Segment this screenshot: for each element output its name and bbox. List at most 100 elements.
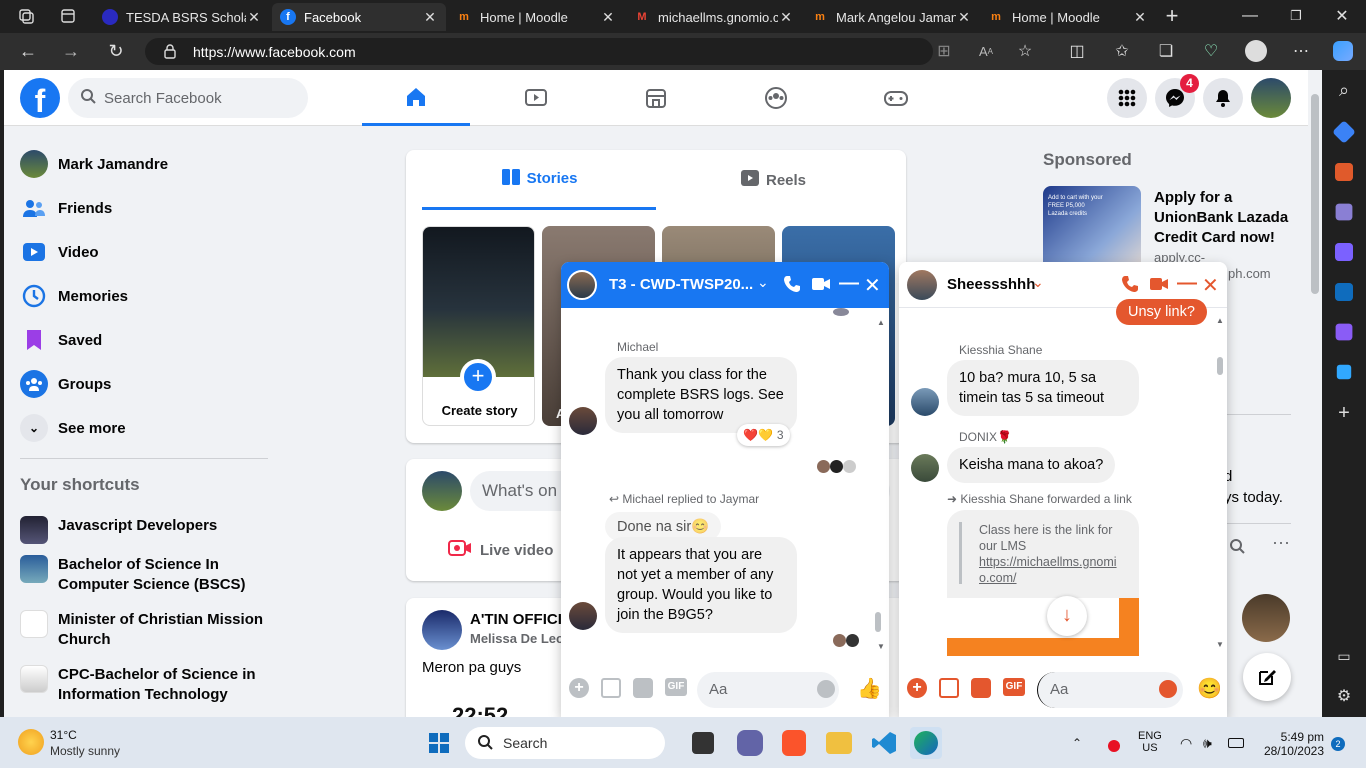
sidebar-item-memories[interactable]: Memories: [20, 282, 128, 310]
ad-title[interactable]: Apply for a UnionBank Lazada Credit Card…: [1154, 188, 1294, 248]
nav-marketplace[interactable]: [602, 70, 710, 126]
language-indicator[interactable]: ENG US: [1138, 730, 1162, 754]
live-video-button[interactable]: Live video: [448, 539, 553, 561]
sidebar-designer-icon[interactable]: [1335, 323, 1353, 341]
new-tab-icon[interactable]: +: [1158, 2, 1186, 30]
browser-essentials-icon[interactable]: ♡: [1197, 37, 1225, 65]
message-bubble[interactable]: Thank you class for the complete BSRS lo…: [605, 357, 797, 433]
favorite-star-icon[interactable]: ☆: [1011, 37, 1039, 65]
see-more-button[interactable]: ⌄ See more: [20, 414, 126, 442]
nav-home[interactable]: [362, 70, 470, 126]
forward-icon[interactable]: →: [57, 37, 85, 65]
video-call-icon[interactable]: [811, 276, 831, 297]
tab-gmail[interactable]: M michaellms.gnomio.c ✕: [626, 3, 802, 31]
brave-browser-icon[interactable]: [782, 730, 806, 756]
more-actions-icon[interactable]: +: [569, 678, 589, 698]
chat-title[interactable]: Sheessshhh: [947, 276, 1035, 293]
close-chat-icon[interactable]: ✕: [1202, 273, 1219, 298]
task-view-icon[interactable]: [692, 732, 714, 754]
sidebar-m365-icon[interactable]: [1335, 243, 1353, 261]
message-bubble-own[interactable]: Unsy link?: [1116, 299, 1207, 325]
contacts-more-icon[interactable]: ···: [1272, 532, 1290, 553]
sender-avatar[interactable]: [911, 388, 939, 416]
scroll-to-bottom-arrow-icon[interactable]: ↓: [1047, 596, 1087, 636]
tab-moodle-profile[interactable]: m Mark Angelou Jaman ✕: [804, 3, 980, 31]
reactions-badge[interactable]: ❤️💛 3: [737, 424, 790, 446]
split-screen-icon[interactable]: ◫: [1063, 37, 1091, 65]
chat-title[interactable]: T3 - CWD-TWSP20...: [609, 276, 755, 293]
tab-reels[interactable]: Reels: [656, 150, 890, 210]
contacts-search-icon[interactable]: [1229, 538, 1245, 559]
photo-icon[interactable]: [601, 678, 621, 698]
show-hidden-icons-chevron-icon[interactable]: ⌃: [1072, 736, 1082, 750]
sidebar-item-saved[interactable]: Saved: [20, 326, 102, 354]
close-tab-icon[interactable]: ✕: [956, 9, 972, 26]
account-avatar[interactable]: [1251, 78, 1291, 118]
gif-icon[interactable]: GIF: [1003, 678, 1025, 696]
app-available-icon[interactable]: ⊞: [930, 37, 958, 65]
page-scrollbar[interactable]: [1308, 70, 1322, 717]
tab-facebook[interactable]: f Facebook ✕: [272, 3, 446, 31]
tab-moodle[interactable]: m Home | Moodle ✕: [448, 3, 624, 31]
scroll-down-icon[interactable]: ▼: [877, 642, 885, 651]
start-windows-icon[interactable]: [423, 727, 455, 759]
emoji-icon[interactable]: [817, 680, 835, 698]
clock[interactable]: 5:49 pm 28/10/2023: [1256, 730, 1324, 758]
scroll-up-icon[interactable]: ▲: [1216, 316, 1224, 325]
shortcut-item[interactable]: Minister of Christian Mission Church: [20, 610, 270, 650]
nav-groups[interactable]: [722, 70, 830, 126]
sidebar-outlook-icon[interactable]: [1335, 283, 1353, 301]
sidebar-item-groups[interactable]: Groups: [20, 370, 111, 398]
emoji-icon[interactable]: [1159, 680, 1177, 698]
sidebar-add-icon[interactable]: +: [1332, 402, 1356, 426]
close-chat-icon[interactable]: ✕: [864, 273, 881, 298]
chat-header[interactable]: T3 - CWD-TWSP20... ⌄ — ✕: [561, 262, 889, 308]
tab-stories[interactable]: Stories: [422, 150, 656, 210]
weather-temp[interactable]: 31°C: [50, 728, 77, 742]
weather-sun-icon[interactable]: [18, 729, 44, 755]
create-story-card[interactable]: + Create story: [422, 226, 535, 426]
ad-domain-2[interactable]: ph.com: [1228, 266, 1271, 281]
sidebar-item-profile[interactable]: Mark Jamandre: [20, 150, 168, 178]
message-bubble[interactable]: It appears that you are not yet a member…: [605, 537, 797, 633]
notification-badge[interactable]: 2: [1331, 737, 1345, 751]
photo-icon[interactable]: [939, 678, 959, 698]
sidebar-shopping-icon[interactable]: [1332, 120, 1356, 144]
weather-condition[interactable]: Mostly sunny: [50, 744, 120, 758]
close-window-icon[interactable]: ✕: [1328, 2, 1356, 30]
wifi-icon[interactable]: ◠: [1180, 735, 1192, 752]
close-tab-icon[interactable]: ✕: [778, 9, 794, 26]
shortcut-item[interactable]: CPC-Bachelor of Science in Information T…: [20, 665, 270, 705]
copilot-icon[interactable]: [1329, 37, 1357, 65]
collections-icon[interactable]: ❏: [1152, 37, 1180, 65]
gif-icon[interactable]: GIF: [665, 678, 687, 696]
page-scrollbar-thumb[interactable]: [1311, 94, 1319, 294]
sidebar-hide-icon[interactable]: ▭: [1332, 648, 1356, 672]
video-call-icon[interactable]: [1149, 276, 1169, 297]
facebook-logo-icon[interactable]: f: [20, 78, 60, 119]
post-subtitle[interactable]: Melissa De Leon: [470, 631, 572, 646]
chat-scrollbar[interactable]: [875, 612, 881, 632]
profile-icon[interactable]: [1242, 37, 1270, 65]
phone-icon[interactable]: [1121, 275, 1139, 298]
minimize-chat-icon[interactable]: —: [839, 272, 859, 295]
address-bar[interactable]: https://www.facebook.com: [145, 38, 933, 65]
file-explorer-icon[interactable]: [826, 732, 852, 754]
teams-chat-icon[interactable]: [737, 730, 763, 756]
minimize-icon[interactable]: —: [1236, 2, 1264, 30]
notifications-button[interactable]: [1203, 78, 1243, 118]
message-bubble[interactable]: Keisha mana to akoa?: [947, 447, 1116, 483]
workspaces-icon[interactable]: [12, 2, 40, 30]
favorites-icon[interactable]: ✩: [1108, 37, 1136, 65]
restore-icon[interactable]: ❐: [1282, 2, 1310, 30]
nav-gaming[interactable]: [842, 70, 950, 126]
sticker-icon[interactable]: [633, 678, 653, 698]
chat-head-avatar[interactable]: [1242, 594, 1290, 642]
close-tab-icon[interactable]: ✕: [600, 9, 616, 26]
battery-icon[interactable]: [1228, 738, 1244, 748]
search-facebook-input[interactable]: Search Facebook: [68, 78, 308, 118]
group-avatar[interactable]: [422, 610, 462, 650]
close-tab-icon[interactable]: ✕: [422, 9, 438, 26]
sidebar-games-icon[interactable]: [1335, 203, 1353, 221]
tab-moodle-2[interactable]: m Home | Moodle ✕: [980, 3, 1156, 31]
